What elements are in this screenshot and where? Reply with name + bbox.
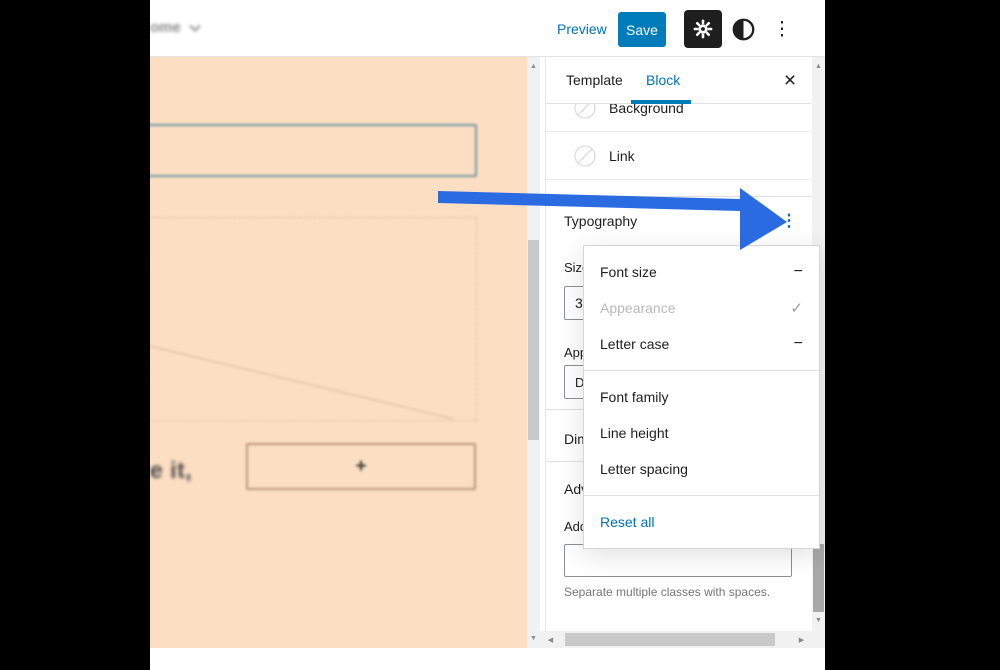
menu-group-reset: Reset all [584, 495, 819, 548]
menu-item-label: Letter spacing [600, 461, 688, 477]
check-icon: ✓ [790, 299, 803, 317]
close-icon: × [784, 69, 796, 93]
menu-group-toggles: Font size − Appearance ✓ Letter case − [584, 246, 819, 370]
menu-item-label: Font size [600, 264, 657, 280]
typography-panel-header: Typography ⋮ [546, 196, 811, 244]
typography-options-button[interactable]: ⋮ [777, 209, 801, 233]
more-vertical-icon: ⋮ [773, 18, 792, 41]
color-row-label: Link [609, 148, 635, 164]
style-variations-button[interactable] [731, 17, 755, 41]
color-row-background[interactable]: Background [546, 104, 811, 132]
menu-item-letter-spacing[interactable]: Letter spacing [584, 451, 819, 487]
gear-icon [692, 18, 714, 40]
menu-item-label: Reset all [600, 514, 654, 530]
selected-block-outline[interactable] [150, 124, 477, 177]
top-toolbar: ome Preview Save [150, 0, 825, 57]
settings-button[interactable] [684, 10, 722, 48]
canvas-preview-content: e it, + [150, 57, 527, 648]
menu-group-additions: Font family Line height Letter spacing [584, 370, 819, 495]
scroll-left-icon[interactable]: ◀ [544, 633, 557, 646]
chevron-down-icon [189, 24, 201, 32]
placeholder-block[interactable] [150, 217, 477, 421]
editor-window: ome Preview Save [150, 0, 825, 670]
color-row-link[interactable]: Link [546, 132, 811, 180]
typography-panel-title: Typography [564, 213, 637, 229]
close-sidebar-button[interactable]: × [777, 68, 803, 94]
canvas-scrollbar-thumb[interactable] [528, 240, 539, 440]
horizontal-scrollbar-thumb[interactable] [565, 633, 775, 646]
additional-css-help-text: Separate multiple classes with spaces. [564, 585, 770, 599]
no-color-indicator-icon [574, 145, 596, 167]
menu-item-letter-case[interactable]: Letter case − [584, 326, 819, 362]
canvas-text-fragment[interactable]: e it, [150, 457, 192, 484]
horizontal-scrollbar[interactable]: ◀ ▶ [540, 631, 812, 648]
toolbar-more-menu-button[interactable]: ⋮ [769, 16, 795, 42]
scrollbar-corner [812, 631, 825, 648]
plus-icon: + [355, 456, 366, 478]
menu-item-label: Letter case [600, 336, 669, 352]
menu-item-reset-all[interactable]: Reset all [584, 504, 819, 540]
menu-item-label: Font family [600, 389, 668, 405]
menu-item-line-height[interactable]: Line height [584, 415, 819, 451]
placeholder-diagonal-line [150, 218, 476, 420]
menu-item-label: Appearance [600, 300, 676, 316]
tab-block[interactable]: Block [646, 72, 680, 88]
canvas-scrollbar[interactable]: ▲ ▼ [527, 57, 540, 648]
minus-icon: − [794, 263, 803, 281]
tab-template[interactable]: Template [566, 72, 623, 88]
scroll-up-icon[interactable]: ▲ [812, 60, 825, 73]
typography-options-menu: Font size − Appearance ✓ Letter case − F… [583, 245, 820, 549]
save-button[interactable]: Save [618, 12, 666, 47]
menu-item-appearance[interactable]: Appearance ✓ [584, 290, 819, 326]
scroll-up-icon[interactable]: ▲ [527, 60, 540, 73]
menu-item-font-size[interactable]: Font size − [584, 254, 819, 290]
preview-button[interactable]: Preview [557, 21, 607, 37]
scroll-right-icon[interactable]: ▶ [795, 633, 808, 646]
no-color-indicator-icon [574, 104, 596, 119]
sidebar-scrollbar-thumb[interactable] [813, 544, 824, 612]
editor-canvas[interactable]: e it, + [150, 57, 527, 648]
minus-icon: − [794, 335, 803, 353]
scroll-down-icon[interactable]: ▼ [812, 614, 825, 627]
menu-item-label: Line height [600, 425, 669, 441]
more-vertical-icon: ⋮ [781, 211, 798, 231]
site-title-blurred[interactable]: ome [150, 19, 201, 36]
color-row-label: Background [609, 104, 684, 116]
site-title-label: ome [150, 19, 181, 36]
scroll-down-icon[interactable]: ▼ [527, 632, 540, 645]
menu-item-font-family[interactable]: Font family [584, 379, 819, 415]
block-appender-button[interactable]: + [246, 443, 476, 490]
contrast-icon [732, 18, 755, 41]
sidebar-tabs: Template Block × [546, 57, 811, 104]
